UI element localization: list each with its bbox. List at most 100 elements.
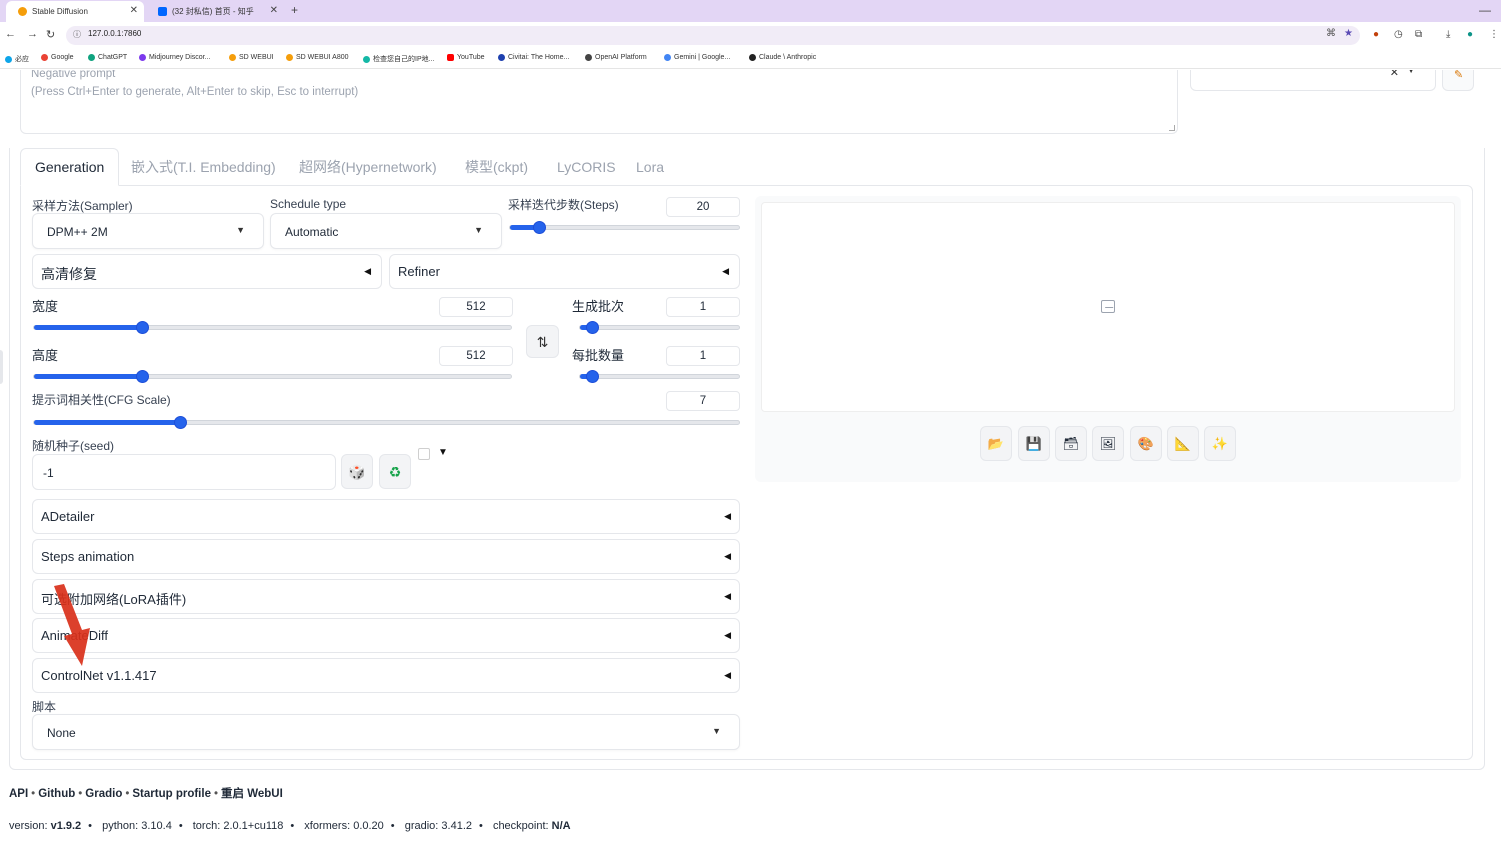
close-tab-icon[interactable]: ✕ <box>130 5 138 16</box>
seed-input[interactable]: -1 <box>32 454 336 490</box>
chevron-down-icon: ▼ <box>474 225 483 235</box>
sampler-dropdown[interactable]: DPM++ 2M ▼ <box>32 213 264 249</box>
browser-menu-icon[interactable]: ⋮ <box>1489 29 1499 40</box>
send-to-extras-sparkle-button[interactable]: ✨ <box>1204 426 1236 461</box>
download-icon[interactable]: ⤓ <box>1446 29 1450 40</box>
browser-tab-stable-diffusion[interactable]: Stable Diffusion ✕ <box>6 1 144 22</box>
browser-tab-zhihu[interactable]: (32 封私信) 首页 - 知乎 ✕ <box>146 1 284 22</box>
tab-embedding[interactable]: 嵌入式(T.I. Embedding) <box>131 148 276 186</box>
extra-options-triangle-icon[interactable]: ▼ <box>438 447 448 458</box>
xformers-key: xformers: <box>304 820 354 832</box>
animatediff-accordion[interactable]: AnimateDiff ◀ <box>32 618 740 653</box>
bookmark-item[interactable]: Google <box>41 54 74 61</box>
zip-button[interactable]: 🗃 <box>1055 426 1087 461</box>
google-icon <box>664 54 671 61</box>
url-text[interactable]: 127.0.0.1:7860 <box>88 29 141 38</box>
bookmark-item[interactable]: Civitai: The Home... <box>498 54 569 61</box>
extra-seed-checkbox[interactable] <box>418 448 430 460</box>
footer-link-github[interactable]: Github <box>38 788 75 800</box>
extensions-puzzle-icon[interactable]: ⧉ <box>1415 29 1422 40</box>
additional-networks-accordion[interactable]: 可选附加网络(LoRA插件) ◀ <box>32 579 740 614</box>
footer-link-restart[interactable]: 重启 WebUI <box>221 788 283 800</box>
sidebar-edge-handle[interactable] <box>0 350 3 384</box>
collapse-triangle-icon: ◀ <box>722 266 729 276</box>
steps-animation-accordion[interactable]: Steps animation ◀ <box>32 539 740 574</box>
minimize-window-icon[interactable]: — <box>1479 3 1491 17</box>
tab-lycoris[interactable]: LyCORIS <box>557 148 616 186</box>
site-info-icon[interactable]: ⓘ <box>73 29 81 40</box>
resize-handle-icon[interactable] <box>1169 125 1175 131</box>
steps-slider[interactable] <box>509 221 740 234</box>
slider-thumb[interactable] <box>586 370 599 383</box>
tab-hypernetwork[interactable]: 超网络(Hypernetwork) <box>299 148 437 186</box>
bookmark-item[interactable]: Midjourney Discor... <box>139 54 210 61</box>
back-icon[interactable]: ← <box>5 28 16 40</box>
schedule-type-dropdown[interactable]: Automatic ▼ <box>270 213 502 249</box>
bookmark-item[interactable]: YouTube <box>447 54 485 61</box>
bookmark-item[interactable]: Gemini | Google... <box>664 54 730 61</box>
forward-icon[interactable]: → <box>27 28 38 40</box>
new-tab-icon[interactable]: + <box>291 3 298 17</box>
tab-generation[interactable]: Generation <box>20 148 120 186</box>
steps-number-input[interactable]: 20 <box>666 197 740 217</box>
slider-thumb[interactable] <box>586 321 599 334</box>
refiner-accordion[interactable]: Refiner ◀ <box>389 254 740 289</box>
slider-thumb[interactable] <box>135 321 149 334</box>
cfg-scale-number-input[interactable]: 7 <box>666 391 740 411</box>
profile-avatar-icon[interactable]: ● <box>1467 29 1473 40</box>
translate-icon[interactable]: ⌘ <box>1326 28 1336 39</box>
send-to-inpaint-button[interactable]: 🎨 <box>1130 426 1162 461</box>
ruler-triangle-icon: 📐 <box>1174 436 1192 451</box>
bookmark-item[interactable]: 必应 <box>5 54 29 64</box>
bookmark-star-icon[interactable]: ★ <box>1344 28 1353 39</box>
save-button[interactable]: 💾 <box>1018 426 1050 461</box>
collapse-triangle-icon: ◀ <box>724 591 731 601</box>
hires-fix-accordion[interactable]: 高清修复 ◀ <box>32 254 382 289</box>
script-dropdown[interactable]: None ▼ <box>32 714 740 750</box>
extension-icon[interactable]: ● <box>1373 29 1379 40</box>
batch-count-number-input[interactable]: 1 <box>666 297 740 317</box>
bookmark-item[interactable]: SD WEBUI A800 <box>286 54 349 61</box>
footer-link-startup-profile[interactable]: Startup profile <box>132 788 211 800</box>
close-tab-icon[interactable]: ✕ <box>270 5 278 16</box>
omnibox[interactable]: ⓘ 127.0.0.1:7860 ⌘ ★ <box>66 26 1360 45</box>
tab-lora[interactable]: Lora <box>636 148 664 186</box>
bookmark-item[interactable]: Claude \ Anthropic <box>749 54 816 61</box>
bookmark-item[interactable]: SD WEBUI <box>229 54 274 61</box>
footer-link-gradio[interactable]: Gradio <box>85 788 122 800</box>
bookmark-item[interactable]: 检查您自己的IP地... <box>363 54 434 64</box>
batch-size-slider[interactable] <box>579 370 740 383</box>
negative-prompt-textarea[interactable]: Negative prompt (Press Ctrl+Enter to gen… <box>20 70 1178 134</box>
controlnet-accordion[interactable]: ControlNet v1.1.417 ◀ <box>32 658 740 693</box>
collapse-triangle-icon: ◀ <box>724 511 731 521</box>
reuse-seed-button[interactable]: ♻ <box>379 454 411 489</box>
cfg-scale-slider[interactable] <box>33 416 740 429</box>
reload-icon[interactable]: ↻ <box>46 28 55 41</box>
width-slider[interactable] <box>33 321 512 334</box>
swap-dimensions-button[interactable]: ⇅ <box>526 325 559 358</box>
adetailer-accordion[interactable]: ADetailer ◀ <box>32 499 740 534</box>
history-icon[interactable]: ◷ <box>1394 29 1403 40</box>
tab-checkpoint[interactable]: 模型(ckpt) <box>465 148 528 186</box>
annotation-arrow-icon <box>54 584 90 666</box>
open-folder-button[interactable]: 📂 <box>980 426 1012 461</box>
accordion-label: Steps animation <box>41 549 135 564</box>
batch-size-number-input[interactable]: 1 <box>666 346 740 366</box>
clear-icon[interactable]: ✕ <box>1390 70 1399 79</box>
random-seed-button[interactable]: 🎲 <box>341 454 373 489</box>
bookmark-item[interactable]: ChatGPT <box>88 54 127 61</box>
batch-count-slider[interactable] <box>579 321 740 334</box>
footer-link-api[interactable]: API <box>9 788 28 800</box>
bookmark-label: 检查您自己的IP地... <box>373 56 435 63</box>
dice-icon: 🎲 <box>348 464 366 480</box>
slider-thumb[interactable] <box>135 370 149 383</box>
send-to-extras-button[interactable]: 📐 <box>1167 426 1199 461</box>
height-number-input[interactable]: 512 <box>439 346 513 366</box>
height-slider[interactable] <box>33 370 512 383</box>
send-to-img2img-button[interactable]: 🖼 <box>1092 426 1124 461</box>
edit-styles-button[interactable]: ✎ <box>1442 70 1474 91</box>
width-number-input[interactable]: 512 <box>439 297 513 317</box>
style-dropdown[interactable]: ✕ ▼ <box>1190 70 1436 91</box>
bookmark-item[interactable]: OpenAI Platform <box>585 54 647 61</box>
slider-thumb[interactable] <box>173 416 187 429</box>
